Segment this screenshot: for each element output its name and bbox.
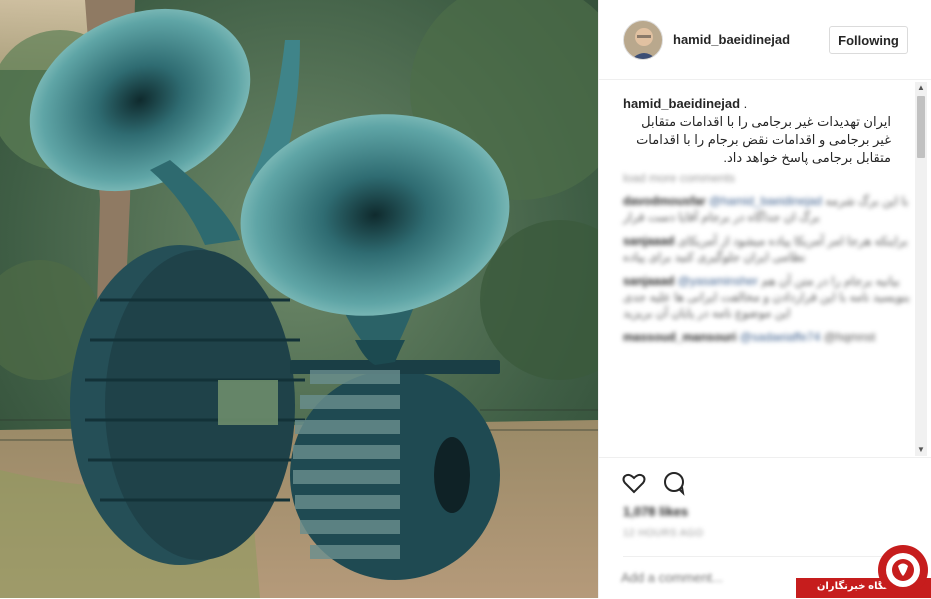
comment-item: massoud_mansouri @sadaeiaffe74 @hqmnst xyxy=(623,329,915,345)
comment-username[interactable]: davodmousfar xyxy=(623,194,706,208)
comment-item: sanjaaad براینکه هرجا امر آمریکا پیاده م… xyxy=(623,233,915,265)
ybn-logo-icon xyxy=(878,545,928,595)
comment-text: @hqmnst xyxy=(823,330,876,344)
sculpture-photo-image xyxy=(0,0,598,598)
comment-username[interactable]: sanjaaad xyxy=(623,274,674,288)
post-caption: hamid_baeidinejad . ایران تهدیدات غیر بر… xyxy=(623,95,915,167)
post-photo[interactable] xyxy=(0,0,598,598)
divider xyxy=(623,556,908,557)
comment-icon[interactable] xyxy=(661,470,687,496)
avatar-image xyxy=(624,21,662,59)
scroll-thumb[interactable] xyxy=(917,96,925,158)
heart-icon[interactable] xyxy=(621,470,647,496)
load-more-comments[interactable]: load more comments xyxy=(623,171,915,185)
caption-text: ایران تهدیدات غیر برجامی را با اقدامات م… xyxy=(636,114,891,165)
caption-separator: . xyxy=(740,96,748,111)
comment-mention[interactable]: @sadaeiaffe74 xyxy=(740,330,821,344)
post-sidebar: hamid_baeidinejad Following hamid_baeidi… xyxy=(598,0,931,598)
following-button[interactable]: Following xyxy=(829,26,908,54)
comments-list[interactable]: hamid_baeidinejad . ایران تهدیدات غیر بر… xyxy=(599,80,915,456)
scroll-down-arrow-icon[interactable]: ▼ xyxy=(915,444,927,456)
avatar[interactable] xyxy=(623,20,663,60)
comment-mention[interactable]: @yasaminsher xyxy=(678,274,758,288)
comment-username[interactable]: massoud_mansouri xyxy=(623,330,736,344)
post-author-username[interactable]: hamid_baeidinejad xyxy=(673,32,790,47)
comment-item: sanjaaad @yasaminsher بیانیه برجام را در… xyxy=(623,273,915,321)
like-count[interactable]: 1,078 likes xyxy=(623,504,688,519)
post-header: hamid_baeidinejad Following xyxy=(599,0,931,80)
post-timestamp: 12 HOURS AGO xyxy=(623,528,704,539)
comment-item: davodmousfar @hamid_baeidinejad با این ب… xyxy=(623,193,915,225)
caption-author[interactable]: hamid_baeidinejad xyxy=(623,96,740,111)
comments-scrollbar[interactable]: ▲ ▼ xyxy=(915,82,927,456)
comment-mention[interactable]: @hamid_baeidinejad xyxy=(709,194,822,208)
comment-username[interactable]: sanjaaad xyxy=(623,234,674,248)
scroll-up-arrow-icon[interactable]: ▲ xyxy=(915,82,927,94)
